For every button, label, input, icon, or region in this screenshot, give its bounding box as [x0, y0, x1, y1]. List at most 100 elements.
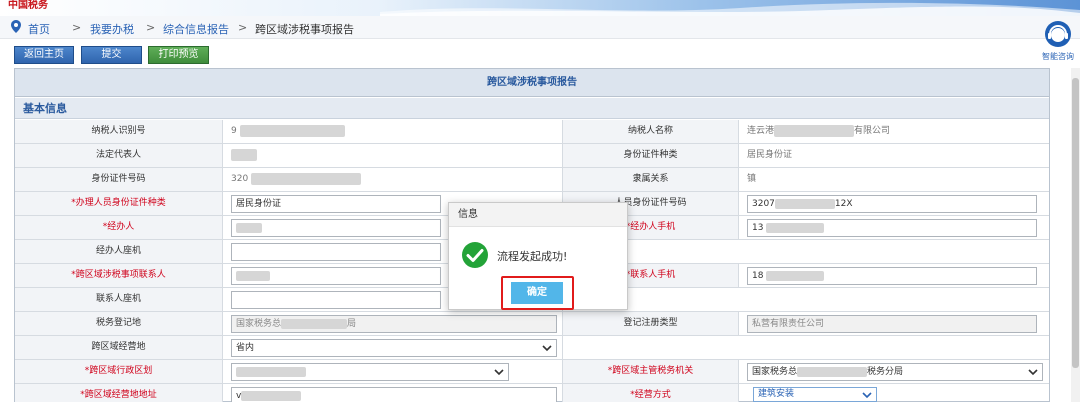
empty-cell: [563, 288, 1049, 311]
breadcrumb-separator: >: [146, 21, 156, 34]
taxpayer-name-value: 连云港 有限公司: [739, 120, 1049, 143]
agent-id-number-suffix: 12X: [834, 199, 853, 209]
contact-phone-input[interactable]: 18: [747, 267, 1037, 285]
top-banner: 中国税务: [0, 0, 1080, 16]
contact-label-text: *跨区域涉税事项联系人: [71, 270, 166, 280]
chevron-down-icon: [494, 369, 504, 376]
headset-icon: [1045, 21, 1071, 47]
agent-id-type-label-text: *办理人员身份证件种类: [71, 198, 166, 208]
cross-tax-office-cell: 国家税务总 税务分局: [739, 360, 1049, 383]
agent-phone-cell: 13: [739, 216, 1049, 239]
contact-phone-prefix: 18: [752, 271, 764, 281]
cross-area-label: 跨区域经营地: [15, 336, 223, 359]
agent-landline-input[interactable]: [231, 243, 441, 261]
scrollbar-thumb[interactable]: [1072, 78, 1079, 368]
cross-admin-select[interactable]: [231, 363, 509, 381]
redacted-mask: [236, 366, 306, 377]
taxpayer-id-label: 纳税人识别号: [15, 120, 223, 143]
dialog-title: 信息: [449, 203, 627, 227]
cross-area-select[interactable]: 省内: [231, 339, 557, 357]
redacted-mask: [766, 270, 825, 281]
legal-rep-label: 法定代表人: [15, 144, 223, 167]
print-preview-button[interactable]: 打印预览: [148, 46, 209, 64]
legal-rep-value: [223, 144, 563, 167]
biz-mode-selected: 建筑安装: [758, 389, 795, 399]
redacted-mask: [236, 270, 270, 281]
id-number-value: 320: [223, 168, 563, 191]
taxpayer-name-label: 纳税人名称: [563, 120, 739, 143]
redacted-mask: [241, 390, 302, 401]
empty-cell: [563, 336, 1049, 359]
breadcrumb-home[interactable]: 首页: [28, 21, 50, 37]
relation-value: 镇: [747, 174, 757, 184]
form-row: 法定代表人 身份证件种类 居民身份证: [15, 144, 1049, 168]
agent-id-type-input[interactable]: 居民身份证: [231, 195, 441, 213]
contact-landline-input[interactable]: [231, 291, 441, 309]
cross-tax-office-prefix: 国家税务总: [752, 367, 798, 377]
agent-label-text: *经办人: [102, 222, 135, 232]
redacted-mask: [231, 148, 257, 161]
agent-phone-label-text: *经办人手机: [625, 222, 676, 232]
cross-address-input[interactable]: v: [231, 387, 557, 402]
id-number-label: 身份证件号码: [15, 168, 223, 191]
dialog-message: 流程发起成功!: [497, 250, 568, 263]
reg-type-input: 私营有限责任公司: [747, 315, 1037, 333]
redacted-mask: [766, 222, 825, 233]
cross-address-label: *跨区域经营地地址: [15, 384, 223, 402]
agent-id-number-prefix: 3207: [752, 199, 775, 209]
cross-address-cell: v: [223, 384, 563, 402]
form-row: 身份证件号码 320 隶属关系 镇: [15, 168, 1049, 192]
chevron-down-icon: [542, 345, 552, 352]
taxpayer-id-prefix: 9: [231, 126, 237, 136]
agent-id-number-cell: 3207 12X: [739, 192, 1049, 215]
cross-admin-label-text: *跨区域行政区划: [84, 366, 153, 376]
agent-label: *经办人: [15, 216, 223, 239]
cross-admin-label: *跨区域行政区划: [15, 360, 223, 383]
back-home-button[interactable]: 返回主页: [14, 46, 74, 64]
info-dialog: 信息 流程发起成功! 确定: [448, 202, 628, 310]
id-type-value: 居民身份证: [747, 150, 793, 160]
form-row: 税务登记地 国家税务总 局 登记注册类型 私营有限责任公司: [15, 312, 1049, 336]
agent-phone-input[interactable]: 13: [747, 219, 1037, 237]
redacted-mask: [797, 366, 868, 377]
tax-reg-office-input: 国家税务总 局: [231, 315, 557, 333]
redacted-mask: [239, 124, 345, 137]
cross-area-cell: 省内: [223, 336, 563, 359]
confirm-button[interactable]: 确定: [511, 282, 563, 304]
cross-tax-office-select[interactable]: 国家税务总 税务分局: [747, 363, 1043, 381]
taxpayer-name-suffix: 有限公司: [854, 126, 891, 136]
banner-wave-decoration: [380, 2, 1080, 16]
redacted-mask: [251, 172, 362, 185]
biz-mode-select[interactable]: 建筑安装: [753, 387, 877, 402]
agent-id-number-input[interactable]: 3207 12X: [747, 195, 1037, 213]
contact-input[interactable]: [231, 267, 441, 285]
chevron-down-icon: [862, 392, 872, 399]
success-check-icon: [462, 242, 488, 268]
location-pin-icon: [11, 20, 21, 33]
biz-mode-label: *经营方式: [563, 384, 739, 402]
tax-reg-office-suffix: 局: [347, 319, 357, 329]
form-row: *跨区域经营地地址 v *经营方式 建筑安装: [15, 384, 1049, 402]
smart-consult-label: 智能咨询: [1042, 52, 1074, 61]
contact-landline-label: 联系人座机: [15, 288, 223, 311]
redacted-mask: [281, 318, 348, 329]
breadcrumb-tax-service[interactable]: 我要办税: [90, 21, 134, 37]
breadcrumb-current: 跨区域涉税事项报告: [255, 23, 354, 36]
tax-reg-office-label: 税务登记地: [15, 312, 223, 335]
contact-phone-cell: 18: [739, 264, 1049, 287]
redacted-mask: [236, 222, 262, 233]
cross-tax-office-label-text: *跨区域主管税务机关: [607, 366, 694, 376]
id-type-label: 身份证件种类: [563, 144, 739, 167]
agent-input[interactable]: [231, 219, 441, 237]
reg-type-label: 登记注册类型: [563, 312, 739, 335]
tax-logo: 中国税务: [8, 0, 48, 11]
contact-phone-label-text: *联系人手机: [625, 270, 676, 280]
breadcrumb-info-report[interactable]: 综合信息报告: [163, 21, 229, 37]
smart-consult-widget[interactable]: 智能咨询: [1036, 17, 1080, 61]
agent-phone-prefix: 13: [752, 223, 764, 233]
submit-button[interactable]: 提交: [81, 46, 142, 64]
page-scrollbar[interactable]: [1071, 68, 1080, 402]
taxpayer-id-value: 9: [223, 120, 563, 143]
relation-label: 隶属关系: [563, 168, 739, 191]
form-row: 跨区域经营地 省内: [15, 336, 1049, 360]
